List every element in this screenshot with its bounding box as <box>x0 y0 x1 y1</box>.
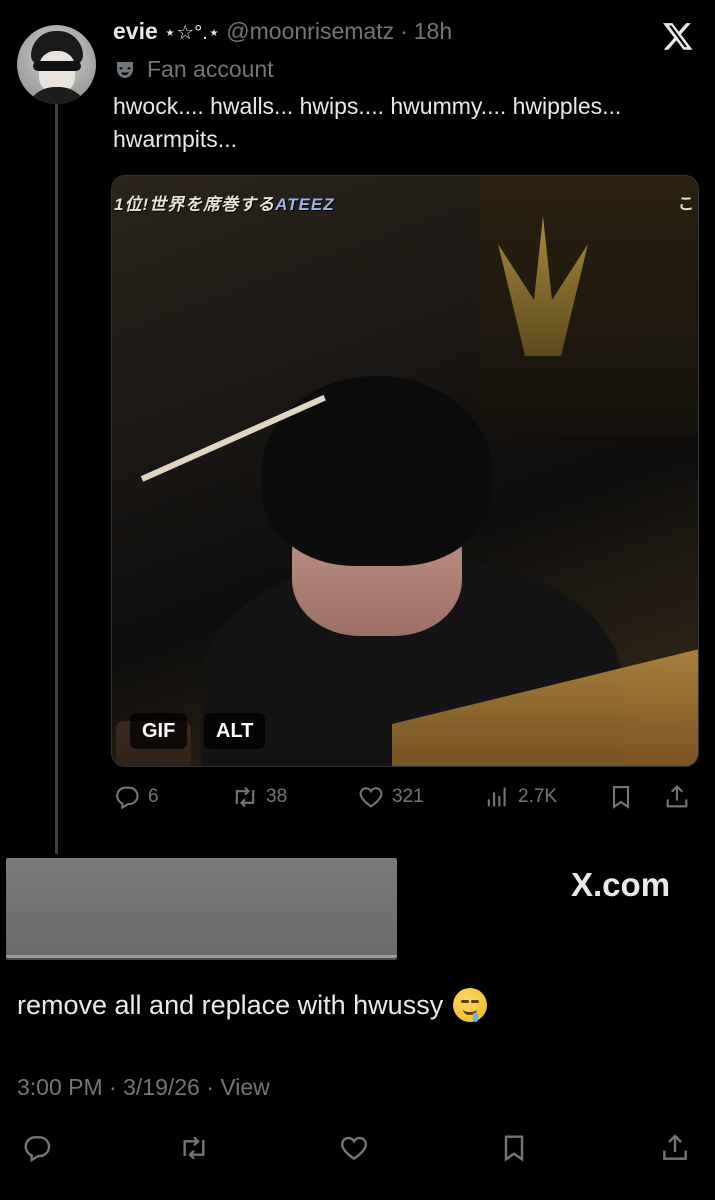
thread-connector-line <box>55 96 58 854</box>
redaction-block <box>6 858 397 958</box>
tweet-actions: 6 38 321 2.7K <box>113 783 699 815</box>
tweet-header: evie ⋆☆°.⋆ @moonrisematz · 18h <box>113 18 452 52</box>
share-button[interactable] <box>663 783 691 811</box>
media-corner-text: こ <box>677 196 694 213</box>
theater-masks-icon <box>113 58 137 82</box>
like-count: 321 <box>392 786 424 807</box>
view-link[interactable]: View <box>220 1074 269 1100</box>
share-icon <box>666 785 688 808</box>
media-caption: 1位!世界を席巻するATEEZ <box>114 195 335 214</box>
views-icon <box>487 787 506 807</box>
retweet-count: 38 <box>266 786 288 807</box>
views-button[interactable]: 2.7K <box>483 783 557 811</box>
watermark: X.com <box>571 866 671 903</box>
post-time: 3:00 PM <box>17 1074 103 1100</box>
avatar[interactable] <box>17 25 96 104</box>
bookmark-icon <box>612 786 630 809</box>
reply-count: 6 <box>148 786 159 807</box>
retweet-icon[interactable] <box>178 1132 210 1164</box>
tweet-text: hwock.... hwalls... hwips.... hwummy....… <box>113 93 622 152</box>
drooling-face-icon <box>453 988 488 1022</box>
tweet-media-gif[interactable]: 1位!世界を席巻するATEEZ こ GIF ALT <box>111 175 699 767</box>
bookmark-button[interactable] <box>607 783 635 811</box>
reply-text: remove all and replace with hwussy <box>17 988 488 1022</box>
reply-icon[interactable] <box>21 1132 53 1164</box>
share-icon[interactable] <box>659 1132 691 1164</box>
like-icon[interactable] <box>338 1132 370 1164</box>
account-label: Fan account <box>113 56 274 83</box>
account-label-text: Fan account <box>147 56 274 82</box>
user-handle[interactable]: @moonrisematz <box>226 18 394 45</box>
display-name[interactable]: evie <box>113 18 158 45</box>
name-decoration: ⋆☆°.⋆ <box>163 22 221 44</box>
post-date: 3/19/26 <box>123 1074 200 1100</box>
reply-button[interactable]: 6 <box>113 783 159 811</box>
separator-dot: · <box>400 18 408 44</box>
like-button[interactable]: 321 <box>357 783 424 811</box>
gif-badge: GIF <box>130 713 188 749</box>
reply-icon <box>116 786 139 810</box>
x-logo-icon[interactable] <box>662 20 694 52</box>
view-count: 2.7K <box>518 786 558 807</box>
timestamp[interactable]: 18h <box>414 18 452 45</box>
post-meta: 3:00 PM · 3/19/26 · View <box>17 1074 270 1100</box>
retweet-icon <box>235 786 255 808</box>
retweet-button[interactable]: 38 <box>231 783 287 811</box>
alt-badge[interactable]: ALT <box>204 713 266 749</box>
bookmark-icon[interactable] <box>498 1132 530 1164</box>
like-icon <box>359 787 383 808</box>
bottom-action-bar <box>0 1132 715 1172</box>
